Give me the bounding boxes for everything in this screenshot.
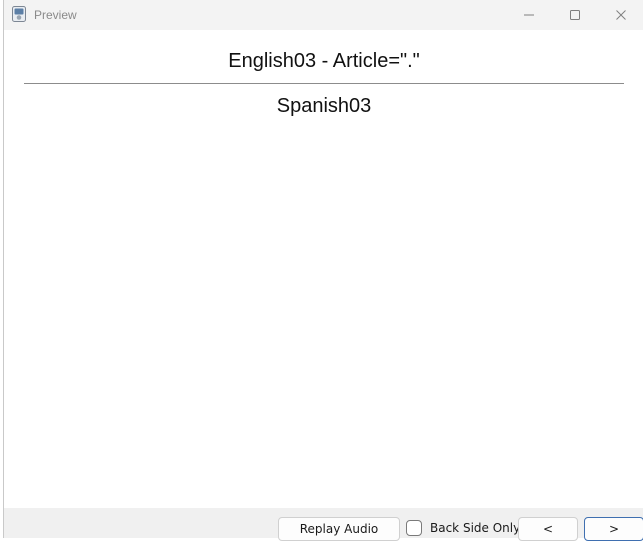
card-divider <box>24 83 624 84</box>
app-icon <box>12 6 26 22</box>
preview-window: Preview English03 - Article="." Spanish0… <box>3 0 643 541</box>
card-back-text: Spanish03 <box>276 95 372 117</box>
maximize-button[interactable] <box>552 0 598 30</box>
maximize-icon <box>569 6 581 25</box>
close-icon <box>615 6 627 25</box>
back-side-only-label: Back Side Only <box>430 521 521 535</box>
card-front-text: English03 - Article="." <box>228 50 420 72</box>
previous-button[interactable]: < <box>518 517 578 541</box>
title-bar[interactable]: Preview <box>4 0 643 30</box>
bottom-toolbar: Replay Audio Back Side Only < > <box>4 508 643 541</box>
replay-audio-button[interactable]: Replay Audio <box>278 517 400 541</box>
minimize-button[interactable] <box>506 0 552 30</box>
minimize-icon <box>523 6 535 25</box>
back-side-only-toggle[interactable]: Back Side Only <box>406 517 520 539</box>
next-button[interactable]: > <box>584 517 643 541</box>
close-button[interactable] <box>598 0 643 30</box>
card-preview-area: English03 - Article="." Spanish03 <box>4 30 643 508</box>
window-title: Preview <box>34 8 77 22</box>
back-side-only-checkbox[interactable] <box>406 520 422 536</box>
